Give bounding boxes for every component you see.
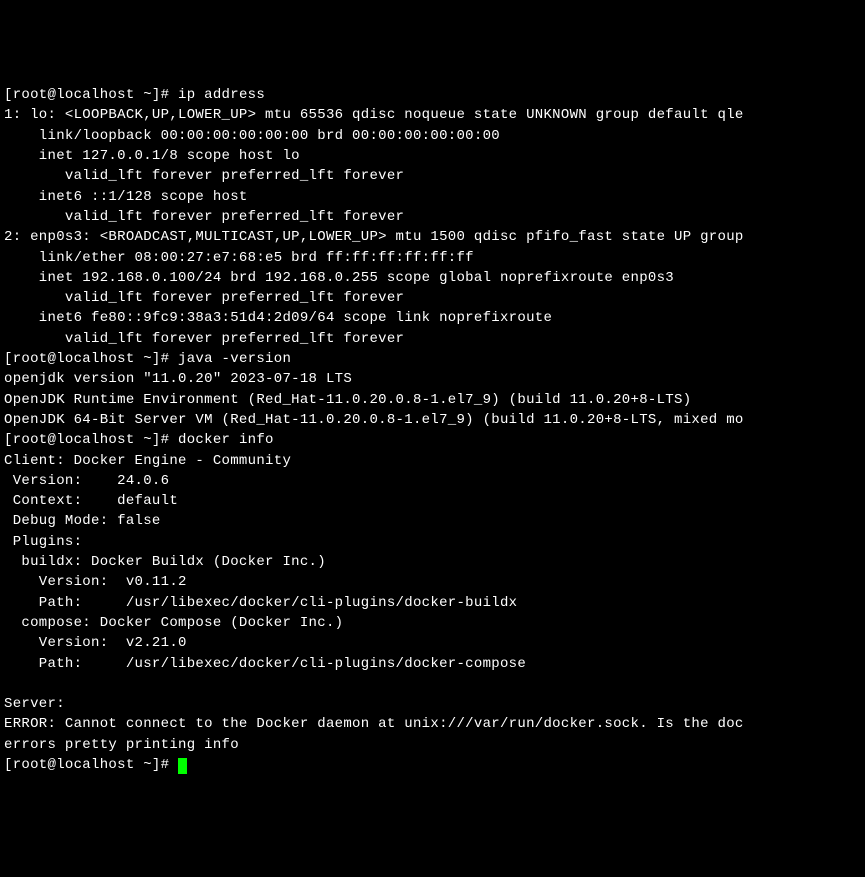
output-line: valid_lft forever preferred_lft forever (4, 209, 404, 225)
prompt: [root@localhost ~]# (4, 757, 178, 773)
output-line: ERROR: Cannot connect to the Docker daem… (4, 716, 744, 732)
output-line: buildx: Docker Buildx (Docker Inc.) (4, 554, 326, 570)
output-line: errors pretty printing info (4, 737, 239, 753)
output-line: valid_lft forever preferred_lft forever (4, 290, 404, 306)
cursor[interactable] (178, 758, 187, 774)
output-line: link/loopback 00:00:00:00:00:00 brd 00:0… (4, 128, 500, 144)
prompt: [root@localhost ~]# (4, 87, 178, 103)
output-line: link/ether 08:00:27:e7:68:e5 brd ff:ff:f… (4, 250, 474, 266)
output-line: inet6 fe80::9fc9:38a3:51d4:2d09/64 scope… (4, 310, 552, 326)
output-line: compose: Docker Compose (Docker Inc.) (4, 615, 343, 631)
output-line: 2: enp0s3: <BROADCAST,MULTICAST,UP,LOWER… (4, 229, 744, 245)
terminal-output: [root@localhost ~]# ip address 1: lo: <L… (4, 85, 861, 775)
command-java: java -version (178, 351, 291, 367)
output-line: inet 127.0.0.1/8 scope host lo (4, 148, 300, 164)
output-line: inet 192.168.0.100/24 brd 192.168.0.255 … (4, 270, 674, 286)
command-ip: ip address (178, 87, 265, 103)
output-line: Version: 24.0.6 (4, 473, 169, 489)
output-line: Context: default (4, 493, 178, 509)
prompt: [root@localhost ~]# (4, 432, 178, 448)
prompt: [root@localhost ~]# (4, 351, 178, 367)
output-line: valid_lft forever preferred_lft forever (4, 331, 404, 347)
output-line: openjdk version "11.0.20" 2023-07-18 LTS (4, 371, 352, 387)
output-line: Server: (4, 696, 65, 712)
output-line: inet6 ::1/128 scope host (4, 189, 248, 205)
output-line: Client: Docker Engine - Community (4, 453, 291, 469)
command-docker: docker info (178, 432, 274, 448)
output-line: Version: v2.21.0 (4, 635, 187, 651)
output-line: Plugins: (4, 534, 82, 550)
output-line: OpenJDK Runtime Environment (Red_Hat-11.… (4, 392, 691, 408)
output-line: Path: /usr/libexec/docker/cli-plugins/do… (4, 595, 517, 611)
output-line: Version: v0.11.2 (4, 574, 187, 590)
output-line: valid_lft forever preferred_lft forever (4, 168, 404, 184)
output-line: 1: lo: <LOOPBACK,UP,LOWER_UP> mtu 65536 … (4, 107, 744, 123)
output-line: Debug Mode: false (4, 513, 161, 529)
output-line: OpenJDK 64-Bit Server VM (Red_Hat-11.0.2… (4, 412, 744, 428)
output-line: Path: /usr/libexec/docker/cli-plugins/do… (4, 656, 526, 672)
